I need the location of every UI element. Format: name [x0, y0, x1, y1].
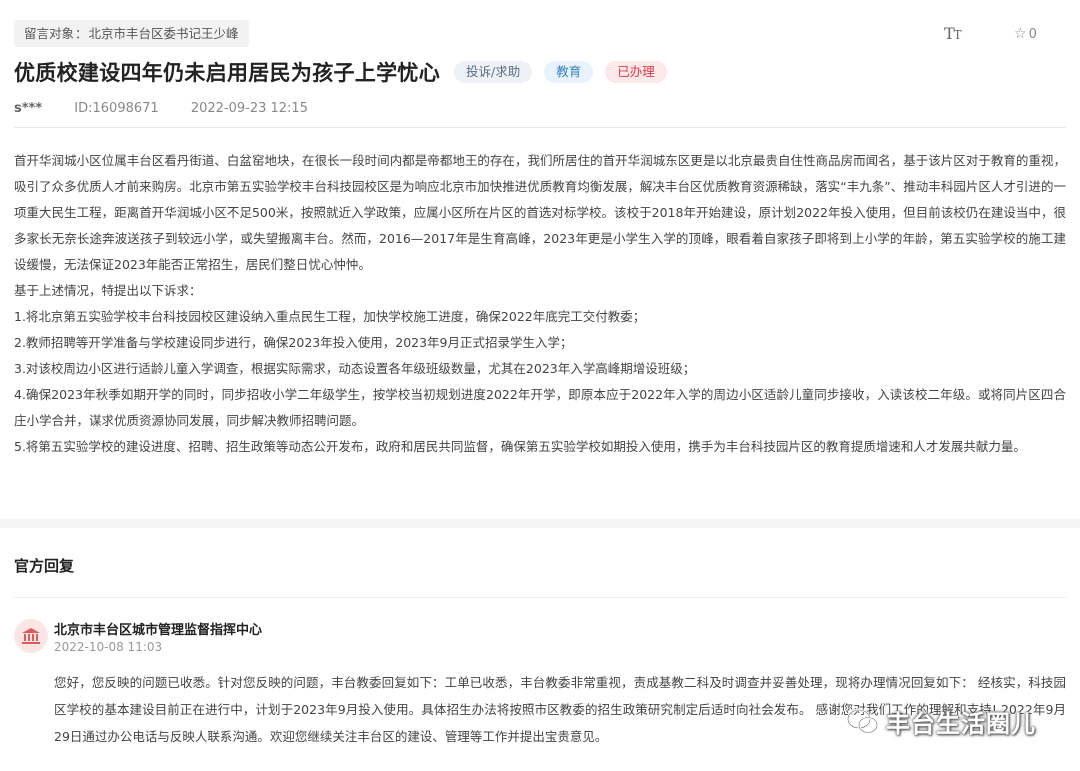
- section-separator: [0, 519, 1080, 528]
- post-id: ID:16098671: [74, 101, 159, 116]
- tag-category[interactable]: 投诉/求助: [454, 61, 533, 83]
- font-size-icon-big: T: [944, 24, 955, 43]
- content-paragraph: 基于上述情况，特提出以下诉求：: [14, 283, 202, 298]
- recipient-separator: ：: [75, 26, 88, 41]
- recipient-badge: 留言对象：北京市丰台区委书记王少峰: [14, 20, 249, 47]
- post-meta: s*** ID:16098671 2022-09-23 12:15: [14, 101, 336, 116]
- tag-topic[interactable]: 教育: [544, 61, 594, 83]
- reply-date: 2022-10-08 11:03: [54, 640, 163, 654]
- wechat-icon: [846, 708, 879, 734]
- content-paragraph: 3.对该校周边小区进行适龄儿童入学调查，根据实际需求，动态设置各年级班级数量，尤…: [14, 361, 696, 376]
- content-paragraph: 首开华润城小区位属丰台区看丹街道、白盆窑地块，在很长一段时间内都是帝都地王的存在…: [14, 153, 1066, 272]
- content-paragraph: 2.教师招聘等开学准备与学校建设同步进行，确保2023年投入使用，2023年9月…: [14, 335, 573, 350]
- title-row: 优质校建设四年仍未启用居民为孩子上学忧心 投诉/求助 教育 已办理: [14, 57, 667, 87]
- watermark-text: 丰台生活圈儿: [886, 710, 1036, 738]
- content-paragraph: 1.将北京第五实验学校丰台科技园校区建设纳入重点民生工程，加快学校施工进度，确保…: [14, 309, 646, 324]
- page-title: 优质校建设四年仍未启用居民为孩子上学忧心: [14, 61, 440, 85]
- content-paragraph: 5.将第五实验学校的建设进度、招聘、招生政策等动态公开发布，政府和居民共同监督，…: [14, 439, 1026, 454]
- org-name: 北京市丰台区城市管理监督指挥中心: [54, 623, 263, 638]
- government-building-icon: [22, 628, 40, 644]
- watermark: 丰台生活圈儿: [846, 704, 1036, 739]
- post-user: s***: [14, 101, 43, 116]
- star-icon: ☆: [1014, 26, 1027, 42]
- content-paragraph: 4.确保2023年秋季如期开学的同时，同步招收小学二年级学生，按学校当初规划进度…: [14, 387, 1066, 428]
- avatar: [14, 619, 48, 653]
- official-reply-heading: 官方回复: [14, 557, 75, 575]
- status-badge: 已办理: [605, 61, 667, 83]
- reply-divider: [14, 597, 1066, 598]
- post-content: 首开华润城小区位属丰台区看丹街道、白盆窑地块，在很长一段时间内都是帝都地王的存在…: [14, 148, 1066, 460]
- recipient-value: 北京市丰台区委书记王少峰: [88, 26, 239, 41]
- recipient-label: 留言对象: [24, 26, 75, 41]
- font-size-button[interactable]: TT: [944, 24, 962, 43]
- favorite-button[interactable]: ☆ 0: [1014, 26, 1037, 42]
- post-datetime: 2022-09-23 12:15: [190, 101, 308, 116]
- font-size-icon-small: T: [953, 28, 962, 42]
- favorite-count: 0: [1028, 27, 1037, 42]
- header-divider: [14, 127, 1066, 128]
